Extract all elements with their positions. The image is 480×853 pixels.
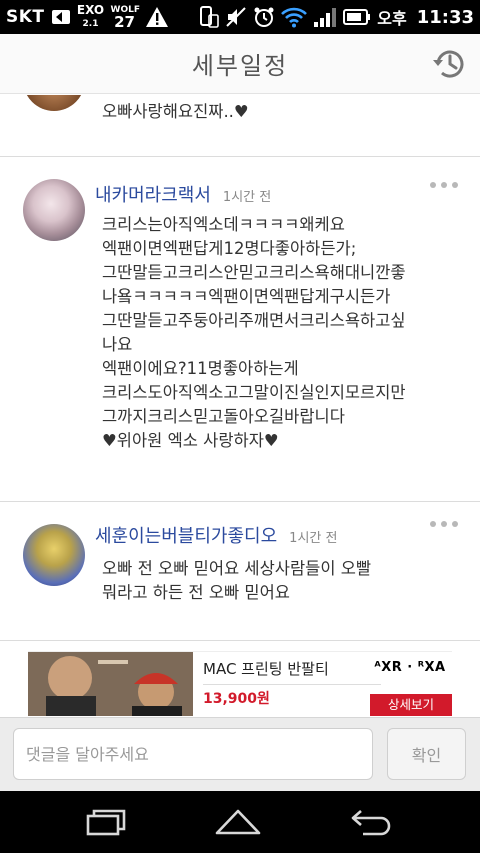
alarm-clock-icon [253,6,275,28]
wolf-app-icon: WOLF 27 [111,5,140,31]
notification-badge-icon [51,8,71,26]
more-options-button[interactable] [430,518,458,530]
comment-input-bar: 확인 [0,717,480,791]
comment-time: 1시간 전 [289,531,338,546]
exo-app-icon: EXO 2.1 [77,4,105,30]
history-clock-icon [433,50,464,78]
more-dot-icon [441,521,447,527]
wifi-icon [281,6,308,28]
confirm-button[interactable]: 확인 [387,728,466,780]
back-button[interactable] [342,801,402,843]
comment-author[interactable]: 세훈이는버블티가좋디오 [95,526,277,547]
comment-body: 오빠 전 오빠 믿어요 세상사람들이 오빨 뭐라고 하든 전 오빠 믿어요 [102,559,372,602]
recent-apps-button[interactable] [76,801,136,843]
home-icon [215,809,261,835]
home-button[interactable] [208,801,268,843]
ad-price: 13,900원 [203,691,270,707]
ad-brand-logo: ᴬXR · ᴿXA [374,660,446,675]
more-dot-icon [452,182,458,188]
app-header: 세부일정 [0,34,480,94]
warning-icon [145,6,169,28]
more-dot-icon [430,182,436,188]
more-dot-icon [441,182,447,188]
clock-time: 11:33 [416,6,474,28]
battery-icon [343,7,371,27]
comment-item: 세훈이는버블티가좋디오 1시간 전 오빠 전 오빠 믿어요 세상사람들이 오빨 뭐… [0,502,480,641]
ad-banner[interactable]: MAC 프린팅 반팔티 13,900원 ᴬXR · ᴿXA 상세보기 [28,651,452,716]
ad-divider [203,684,381,685]
page-title: 세부일정 [191,52,289,80]
more-dot-icon [452,521,458,527]
comment-time: 1시간 전 [222,190,272,205]
more-options-button[interactable] [430,179,458,191]
screen-rotate-icon [197,6,220,28]
comment-item: 오빠사랑해요진짜..♥ [0,95,480,157]
ad-product-image [28,652,193,716]
exo-icon-text: EXO [76,3,105,17]
more-dot-icon [430,521,436,527]
mute-icon [225,6,247,28]
avatar[interactable] [23,95,85,111]
history-button[interactable] [432,46,468,82]
ad-product-name: MAC 프린팅 반팔티 [203,660,329,678]
ad-details-button[interactable]: 상세보기 [370,694,452,716]
avatar[interactable] [23,179,85,241]
recent-apps-icon [86,809,126,836]
comment-input[interactable] [13,728,373,780]
back-icon [351,810,391,836]
status-bar: SKT EXO 2.1 WOLF 27 오후 11:33 [0,0,480,34]
avatar[interactable] [23,524,85,586]
comment-body: 크리스는아직엑소데ㅋㅋㅋㅋ왜케요 엑팬이면엑팬답게12명다좋아하든가; 그딴말듣… [102,215,406,450]
comment-feed[interactable]: 오빠사랑해요진짜..♥ 내카머라크랙서 1시간 전 크리스는아직엑소데ㅋㅋㅋㅋ왜케… [0,95,480,650]
system-nav-bar [0,791,480,853]
wolf-number: 27 [114,12,135,31]
exo-icon-subtext: 2.1 [82,19,99,29]
comment-body: 오빠사랑해요진짜..♥ [102,102,249,121]
clock-ampm: 오후 [377,9,407,28]
comment-item: 내카머라크랙서 1시간 전 크리스는아직엑소데ㅋㅋㅋㅋ왜케요 엑팬이면엑팬답게12… [0,157,480,502]
signal-strength-icon [313,6,337,28]
carrier-label: SKT [6,7,45,27]
comment-author[interactable]: 내카머라크랙서 [95,185,211,206]
